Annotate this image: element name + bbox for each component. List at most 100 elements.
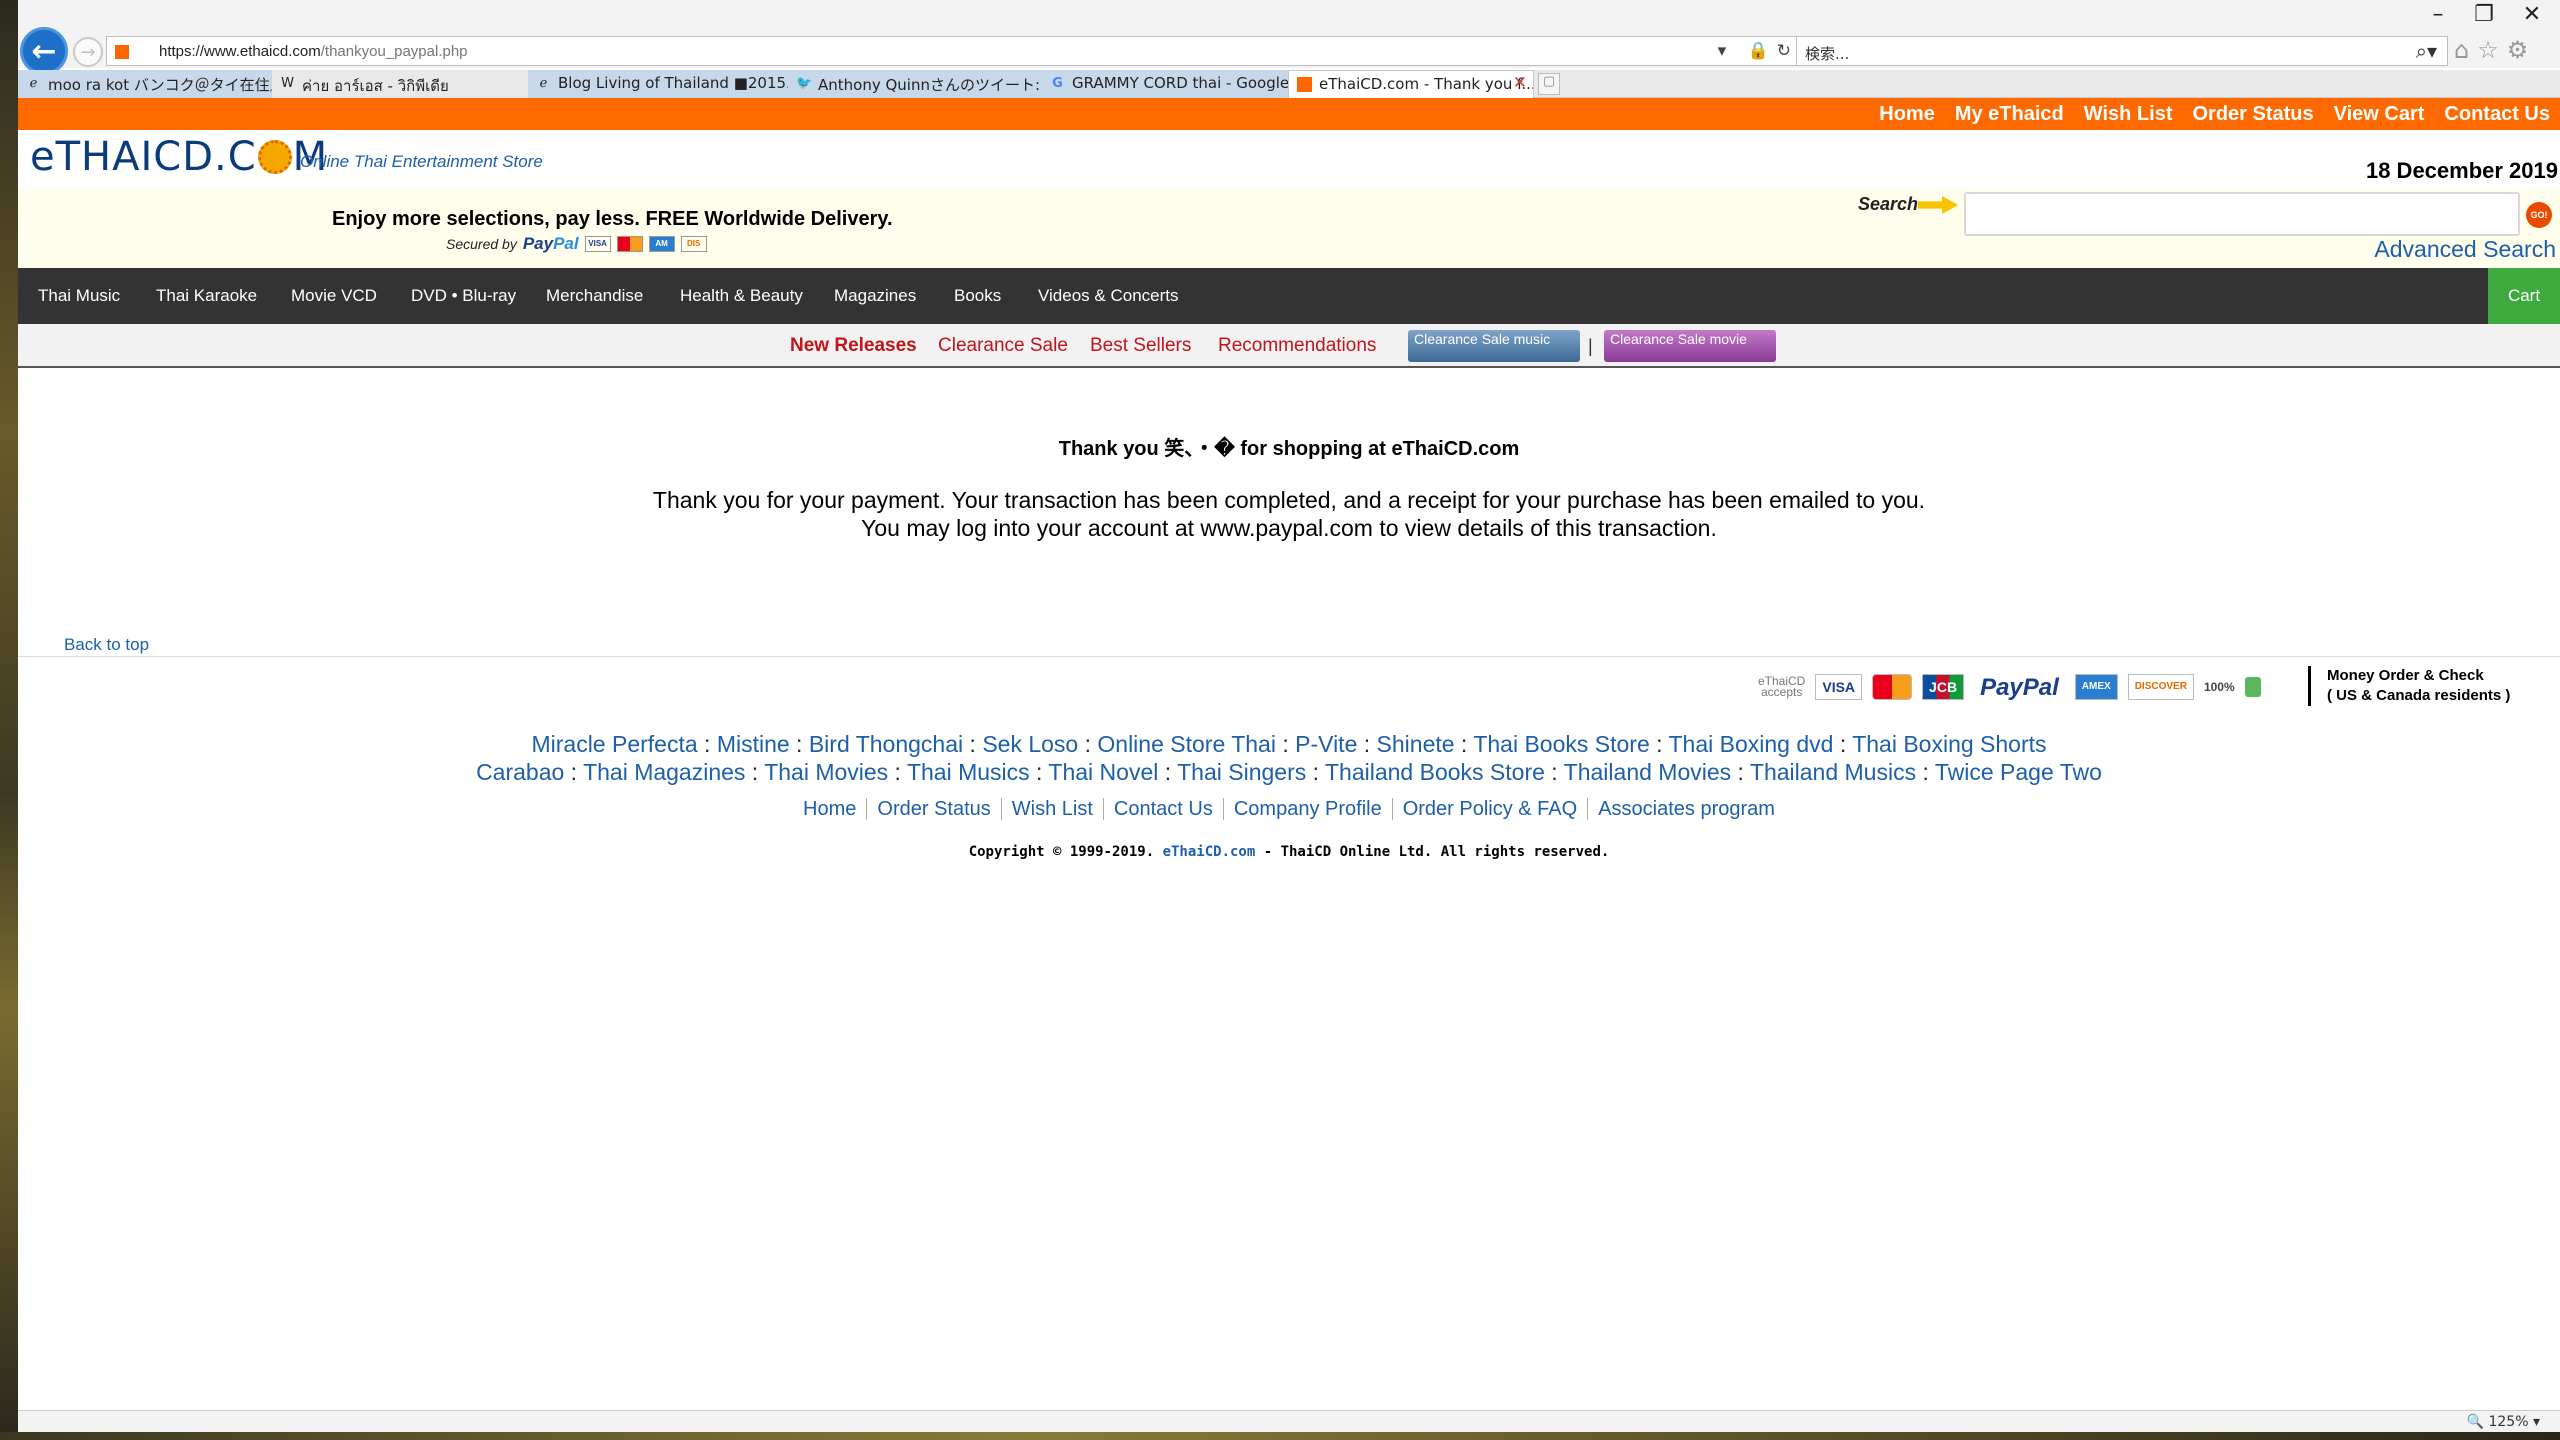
footer-nav-contact-us[interactable]: Contact Us	[1102, 798, 1223, 820]
top-link-my-ethaicd[interactable]: My eThaicd	[1955, 103, 2064, 126]
footer-link[interactable]: Thailand Movies	[1564, 759, 1731, 785]
zoom-level[interactable]: 🔍 125% ▾	[2467, 1414, 2540, 1430]
footer-link[interactable]: P-Vite	[1295, 731, 1357, 757]
visa-logo: VISA	[1815, 674, 1863, 700]
banner-separator: |	[1588, 336, 1593, 356]
address-bar[interactable]: https://www.ethaicd.com/thankyou_paypal.…	[106, 36, 1806, 66]
advanced-search-link[interactable]: Advanced Search	[2374, 236, 2556, 263]
visa-card-icon: VISA	[584, 236, 611, 252]
search-go-button[interactable]: GO!	[2526, 202, 2552, 228]
footer-link[interactable]: Thailand Musics	[1750, 759, 1916, 785]
clearance-sale-music-banner[interactable]: Clearance Sale music	[1408, 330, 1580, 362]
clearance-sale-movie-banner[interactable]: Clearance Sale movie	[1604, 330, 1776, 362]
amex-card-icon: AM	[648, 236, 675, 252]
footer-link[interactable]: Thai Novel	[1048, 759, 1158, 785]
forward-button[interactable]: →	[73, 37, 103, 67]
footer-link[interactable]: Carabao	[476, 759, 564, 785]
dropdown-icon[interactable]: ▾	[1718, 41, 1735, 61]
footer-link[interactable]: Thai Books Store	[1473, 731, 1649, 757]
footer-link[interactable]: Mistine	[717, 731, 790, 757]
accepts-label: eThaiCD accepts	[1758, 674, 1806, 699]
discover-card-icon: DIS	[680, 236, 707, 252]
top-link-wish-list[interactable]: Wish List	[2084, 103, 2173, 126]
footer-nav-wish-list[interactable]: Wish List	[1000, 798, 1103, 820]
footer-link[interactable]: Online Store Thai	[1097, 731, 1276, 757]
paypal-logo: PayPal	[522, 234, 579, 253]
top-link-home[interactable]: Home	[1879, 103, 1935, 126]
browser-search-placeholder: 検索...	[1805, 45, 1850, 63]
status-bar: 🔍 125% ▾	[18, 1410, 2560, 1432]
close-window-button[interactable]: ✕	[2512, 2, 2552, 27]
category-videos-concerts[interactable]: Videos & Concerts	[1038, 286, 1178, 306]
category-magazines[interactable]: Magazines	[834, 286, 916, 306]
tab-google[interactable]: G GRAMMY CORD thai - Google ...	[1042, 70, 1288, 98]
footer-link[interactable]: Thai Movies	[764, 759, 888, 785]
footer-nav-home[interactable]: Home	[793, 798, 866, 820]
subnav-new-releases[interactable]: New Releases	[790, 335, 917, 357]
cart-button[interactable]: Cart	[2488, 268, 2560, 324]
site-logo[interactable]: eTHAICD.C M	[30, 134, 328, 180]
category-thai-karaoke[interactable]: Thai Karaoke	[156, 286, 257, 306]
footer-nav-order-status[interactable]: Order Status	[866, 798, 1001, 820]
browser-toolbar: – ❐ ✕ ← → https://www.ethaicd.com/thanky…	[18, 0, 2560, 75]
wikipedia-icon: W	[281, 76, 294, 91]
footer-link[interactable]: Shinete	[1377, 731, 1455, 757]
ie-icon: ℯ	[29, 76, 38, 91]
ethaicd-icon	[1297, 77, 1312, 92]
tab-twitter[interactable]: 🐦Anthony Quinnさんのツイート: "レ...	[788, 70, 1042, 98]
amex-logo: AMEX	[2074, 674, 2118, 700]
footer-nav-associates[interactable]: Associates program	[1587, 798, 1785, 820]
back-button[interactable]: ←	[20, 27, 68, 75]
new-tab-button[interactable]: ▢	[1538, 73, 1560, 95]
zoom-icon: 🔍	[2466, 1414, 2485, 1430]
back-to-top-link[interactable]: Back to top	[64, 635, 149, 655]
web-page: Home My eThaicd Wish List Order Status V…	[18, 98, 2560, 1406]
site-tagline: Online Thai Entertainment Store	[300, 152, 543, 171]
category-movie-vcd[interactable]: Movie VCD	[291, 286, 377, 306]
footer-nav-company-profile[interactable]: Company Profile	[1222, 798, 1392, 820]
site-search-input[interactable]	[1964, 192, 2520, 236]
minimize-button[interactable]: –	[2418, 2, 2458, 27]
browser-search-box[interactable]: 検索... ⌕▾	[1796, 36, 2448, 66]
subnav-clearance-sale[interactable]: Clearance Sale	[938, 335, 1068, 357]
subnav-best-sellers[interactable]: Best Sellers	[1090, 335, 1191, 357]
footer-link[interactable]: Twice Page Two	[1935, 759, 2102, 785]
footer-link[interactable]: Bird Thongchai	[809, 731, 963, 757]
tab-blog-living[interactable]: ℯ Blog Living of Thailand ■2015...	[528, 70, 788, 98]
site-search-label: Search	[1858, 194, 1919, 214]
ie-icon: ℯ	[539, 76, 548, 91]
subnav-recommendations[interactable]: Recommendations	[1218, 335, 1376, 357]
category-dvd-bluray[interactable]: DVD • Blu-ray	[411, 286, 516, 306]
footer-link[interactable]: Sek Loso	[982, 731, 1078, 757]
footer-link[interactable]: Miracle Perfecta	[531, 731, 697, 757]
category-health-beauty[interactable]: Health & Beauty	[680, 286, 803, 306]
top-link-order-status[interactable]: Order Status	[2192, 103, 2313, 126]
twitter-icon: 🐦	[796, 76, 813, 91]
category-books[interactable]: Books	[954, 286, 1001, 306]
search-icon[interactable]: ⌕▾	[2416, 39, 2437, 63]
category-merchandise[interactable]: Merchandise	[546, 286, 643, 306]
thank-you-title: Thank you 笑、・� for shopping at eThaiCD.c…	[1058, 438, 1520, 460]
url-text[interactable]: https://www.ethaicd.com/thankyou_paypal.…	[159, 43, 468, 60]
top-link-contact-us[interactable]: Contact Us	[2444, 103, 2550, 126]
favorites-star-icon[interactable]: ☆	[2477, 36, 2507, 64]
home-icon[interactable]: ⌂	[2454, 36, 2477, 64]
tab-wikipedia[interactable]: W ค่าย อาร์เอส - วิกิพีเดีย	[272, 70, 528, 98]
footer-nav-order-policy[interactable]: Order Policy & FAQ	[1391, 798, 1588, 820]
close-tab-icon[interactable]: ✕	[1513, 73, 1527, 93]
footer-link[interactable]: Thai Musics	[907, 759, 1030, 785]
restore-button[interactable]: ❐	[2464, 2, 2504, 27]
secured-by-paypal: Secured by PayPal VISA AM DIS	[446, 234, 707, 254]
footer-link[interactable]: Thai Singers	[1177, 759, 1306, 785]
footer-link[interactable]: Thailand Books Store	[1325, 759, 1545, 785]
footer-link[interactable]: Thai Magazines	[583, 759, 745, 785]
copyright-brand-link[interactable]: eThaiCD.com	[1163, 844, 1256, 860]
tab-ethaicd-active[interactable]: eThaiCD.com - Thank you f... ✕	[1288, 70, 1534, 98]
footer-link[interactable]: Thai Boxing Shorts	[1852, 731, 2046, 757]
lock-icon[interactable]: 🔒	[1748, 41, 1777, 61]
footer-link[interactable]: Thai Boxing dvd	[1669, 731, 1834, 757]
top-link-view-cart[interactable]: View Cart	[2334, 103, 2425, 126]
tab-moo-ra-kot[interactable]: ℯmoo ra kot バンコク＠タイ在住／...	[18, 70, 272, 98]
settings-gear-icon[interactable]: ⚙	[2507, 36, 2537, 64]
category-thai-music[interactable]: Thai Music	[38, 286, 120, 306]
